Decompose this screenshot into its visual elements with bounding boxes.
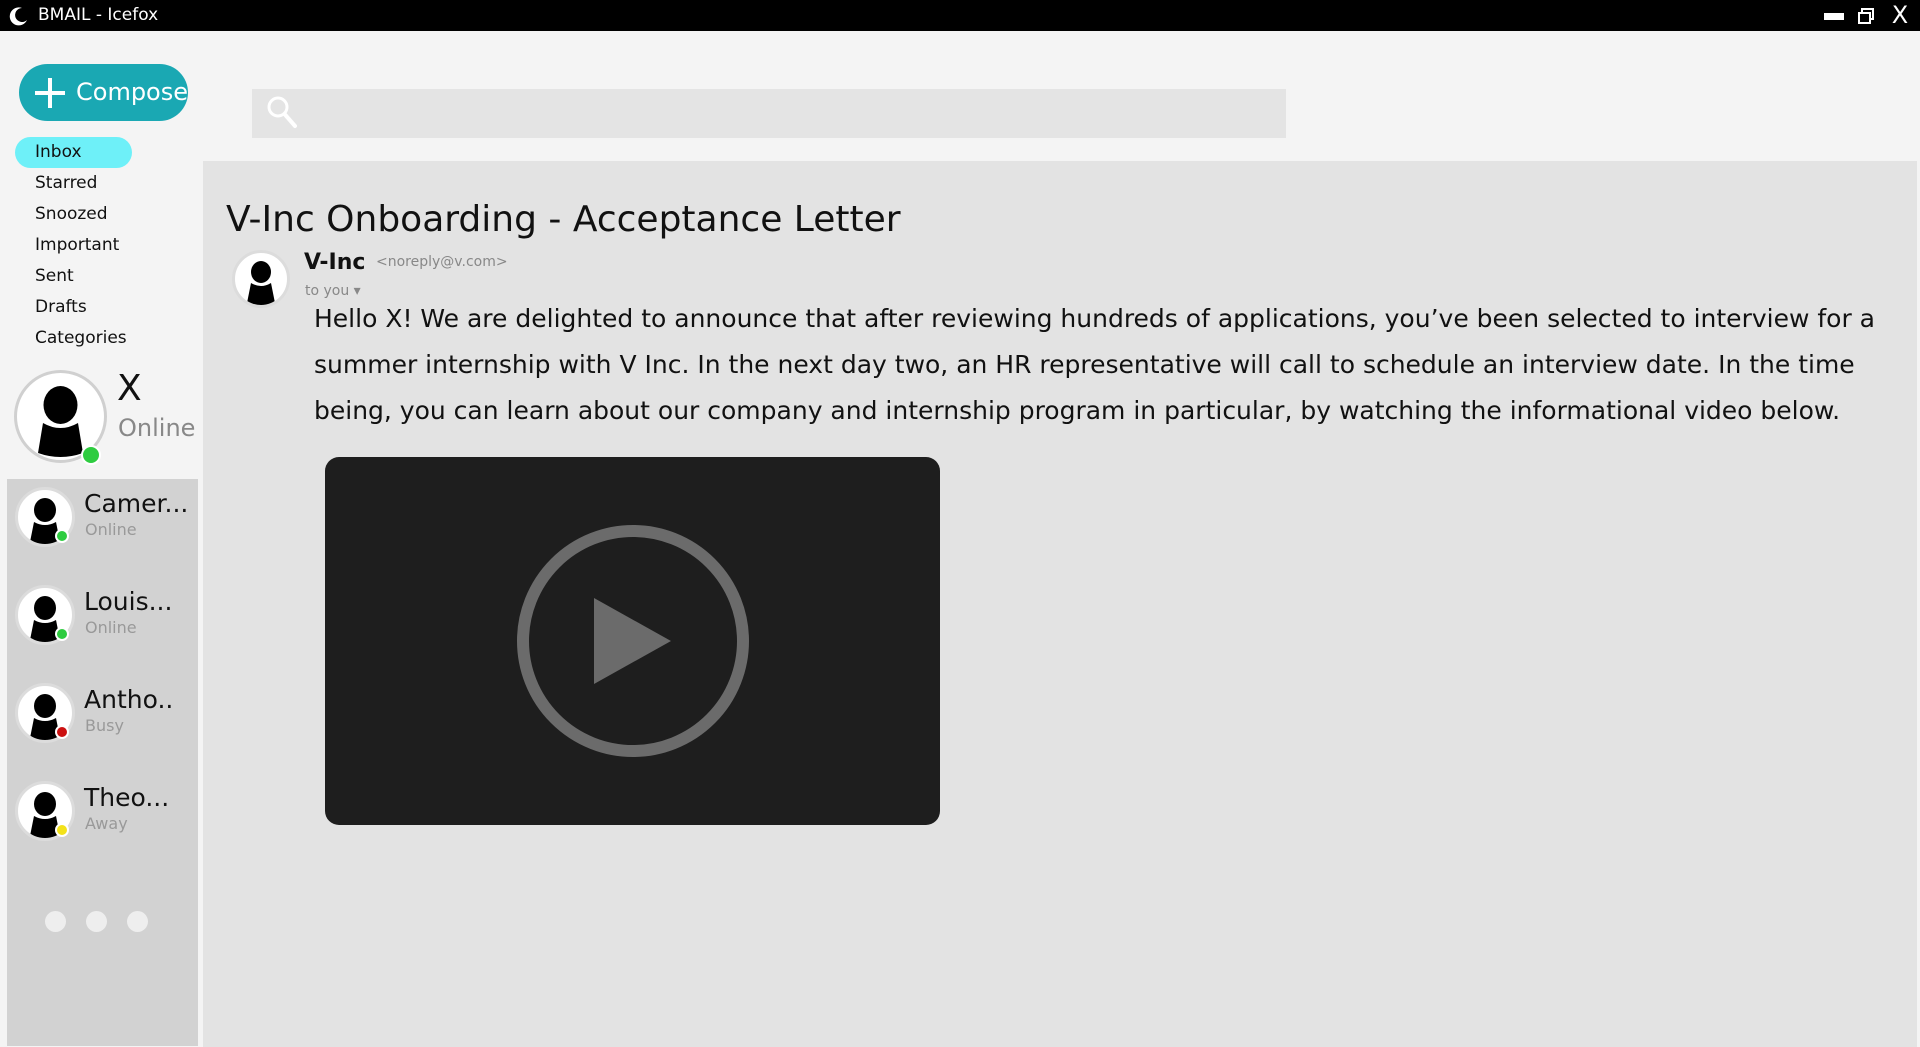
contact-status: Online (85, 520, 137, 539)
contact-name: Theo... (84, 783, 170, 812)
contact-status: Away (85, 814, 128, 833)
contact-status: Busy (85, 716, 124, 735)
more-contacts-button[interactable] (45, 911, 148, 932)
compose-label: Compose (76, 78, 189, 106)
search-input[interactable] (303, 93, 1273, 134)
online-status-dot (55, 529, 69, 543)
video-player[interactable] (325, 457, 940, 825)
minimize-button[interactable] (1818, 0, 1850, 31)
contact-item[interactable]: Camer... Online (7, 479, 198, 559)
contact-item[interactable]: Theo... Away (7, 773, 198, 853)
contacts-panel: Camer... Online Louis... Online Antho.. … (7, 479, 198, 1046)
restore-icon (1858, 7, 1874, 24)
user-online-indicator (81, 445, 101, 465)
contact-name: Antho.. (84, 685, 174, 714)
email-subject: V-Inc Onboarding - Acceptance Letter (226, 199, 901, 240)
contact-item[interactable]: Antho.. Busy (7, 675, 198, 755)
nav-item-starred[interactable]: Starred (15, 168, 132, 199)
dot-icon (86, 911, 107, 932)
sender-name: V-Inc (304, 250, 366, 275)
contact-status: Online (85, 618, 137, 637)
compose-button[interactable]: Compose (19, 64, 188, 121)
sender-avatar-icon (232, 250, 290, 308)
window-title: BMAIL - Icefox (38, 5, 159, 25)
away-status-dot (55, 823, 69, 837)
close-button[interactable]: X (1884, 0, 1916, 31)
minimize-icon (1824, 13, 1844, 20)
dot-icon (45, 911, 66, 932)
window-titlebar: BMAIL - Icefox X (0, 0, 1920, 31)
restore-button[interactable] (1850, 0, 1882, 31)
contact-name: Louis... (84, 587, 173, 616)
email-body: Hello X! We are delighted to announce th… (314, 304, 1875, 425)
user-name: X (117, 368, 142, 409)
plus-icon (35, 78, 65, 108)
busy-status-dot (55, 725, 69, 739)
user-status: Online (118, 414, 196, 442)
folder-nav: Inbox Starred Snoozed Important Sent Dra… (15, 137, 205, 354)
mail-app: Compose Inbox Starred Snoozed Important … (3, 31, 1917, 1047)
nav-item-drafts[interactable]: Drafts (15, 292, 132, 323)
dot-icon (127, 911, 148, 932)
search-icon[interactable] (266, 95, 298, 129)
play-icon[interactable] (513, 521, 753, 761)
current-user[interactable]: X Online (11, 368, 201, 466)
moon-logo-icon (9, 7, 27, 26)
nav-item-important[interactable]: Important (15, 230, 132, 261)
nav-item-sent[interactable]: Sent (15, 261, 132, 292)
nav-item-snoozed[interactable]: Snoozed (15, 199, 132, 230)
nav-item-categories[interactable]: Categories (15, 323, 132, 354)
reading-pane: V-Inc Onboarding - Acceptance Letter V-I… (203, 161, 1917, 1047)
contact-item[interactable]: Louis... Online (7, 577, 198, 657)
nav-item-inbox[interactable]: Inbox (15, 137, 132, 168)
online-status-dot (55, 627, 69, 641)
sender-email: <noreply@v.com> (376, 254, 508, 270)
contact-name: Camer... (84, 489, 189, 518)
